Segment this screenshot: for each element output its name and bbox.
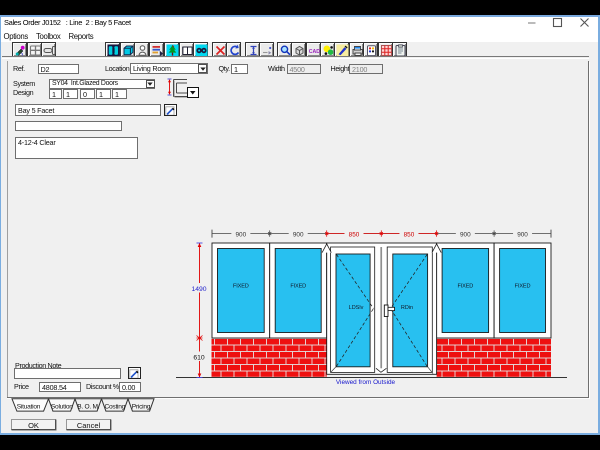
svg-text:Situation: Situation — [17, 403, 41, 410]
svg-text:Viewed from Outside: Viewed from Outside — [336, 379, 396, 386]
svg-text:LDSlv: LDSlv — [349, 305, 364, 311]
svg-text:FIXED: FIXED — [457, 284, 473, 290]
svg-text:Costing: Costing — [104, 403, 125, 410]
svg-text:900: 900 — [293, 231, 304, 238]
svg-text:610: 610 — [193, 354, 205, 361]
svg-text:FIXED: FIXED — [290, 284, 306, 290]
svg-text:1490: 1490 — [191, 286, 206, 293]
svg-text:B. O. M.: B. O. M. — [77, 403, 100, 410]
svg-text:Solution: Solution — [51, 403, 73, 410]
svg-text:Pricing: Pricing — [132, 403, 151, 410]
svg-text:FIXED: FIXED — [515, 284, 531, 290]
svg-text:900: 900 — [460, 231, 471, 238]
svg-text:900: 900 — [517, 231, 528, 238]
svg-text:FIXED: FIXED — [233, 284, 249, 290]
svg-text:850: 850 — [404, 231, 415, 238]
svg-text:RDin: RDin — [401, 305, 413, 311]
svg-text:CAD: CAD — [308, 49, 319, 55]
svg-text:900: 900 — [236, 231, 247, 238]
svg-text:850: 850 — [349, 231, 360, 238]
